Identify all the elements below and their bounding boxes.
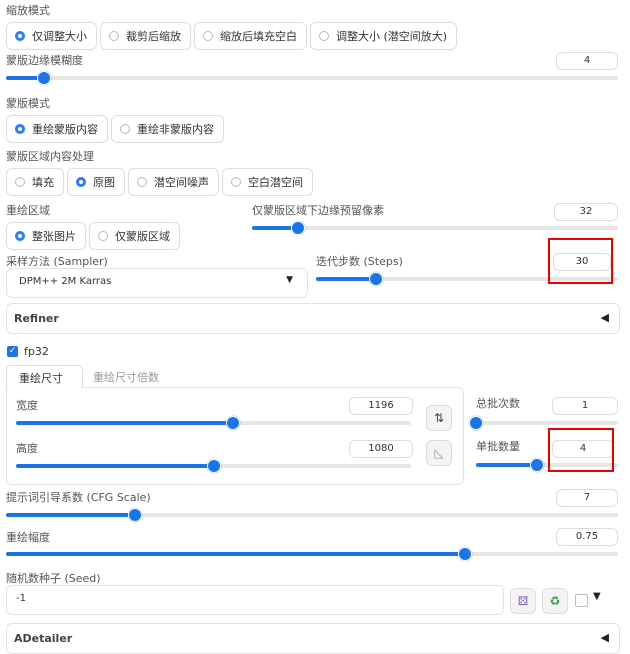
mask-mode-group: 重绘蒙版内容 重绘非蒙版内容 (6, 115, 227, 143)
mask-blur-input[interactable]: 4 (556, 52, 618, 70)
radio-dot-icon (98, 231, 108, 241)
batch-size-label: 单批数量 (476, 440, 520, 453)
radio-dot-icon (15, 31, 25, 41)
width-label: 宽度 (16, 399, 38, 412)
resize-mode-option-3[interactable]: 调整大小 (潜空间放大) (310, 22, 458, 50)
slider-thumb[interactable] (530, 458, 545, 472)
radio-dot-icon (203, 31, 213, 41)
inpaint-area-option-1[interactable]: 仅蒙版区域 (89, 222, 180, 250)
radio-dot-icon (120, 124, 130, 134)
refiner-accordion[interactable]: Refiner ◀ (6, 303, 620, 334)
adetailer-accordion[interactable]: ADetailer ◀ (6, 623, 620, 654)
padding-label: 仅蒙版区域下边缘预留像素 (252, 204, 384, 217)
height-slider[interactable] (16, 459, 411, 473)
width-slider[interactable] (16, 416, 411, 430)
denoise-label: 重绘幅度 (6, 531, 50, 544)
radio-dot-icon (231, 177, 241, 187)
fp32-label: fp32 (24, 345, 49, 358)
slider-thumb[interactable] (206, 459, 221, 473)
collapse-arrow-icon: ◀ (600, 631, 609, 644)
seed-label: 随机数种子 (Seed) (6, 572, 101, 585)
denoise-input[interactable]: 0.75 (556, 528, 618, 546)
masked-content-option-1[interactable]: 原图 (67, 168, 125, 196)
extra-seed-checkbox[interactable] (575, 594, 588, 607)
seed-input[interactable]: -1 (6, 585, 504, 615)
tab-resize-by[interactable]: 重绘尺寸倍数 (93, 369, 159, 385)
sampler-value: DPM++ 2M Karras (19, 276, 112, 287)
resize-mode-group: 仅调整大小 裁剪后缩放 缩放后填充空白 调整大小 (潜空间放大) (6, 22, 460, 50)
cfg-label: 提示词引导系数 (CFG Scale) (6, 491, 151, 504)
mask-mode-label: 蒙版模式 (6, 97, 50, 110)
checkmark-icon: ✓ (8, 346, 17, 356)
masked-content-option-3[interactable]: 空白潜空间 (222, 168, 313, 196)
slider-thumb[interactable] (226, 416, 241, 430)
mask-blur-slider[interactable] (6, 71, 618, 85)
collapse-arrow-icon: ◀ (600, 311, 609, 324)
sampler-label: 采样方法 (Sampler) (6, 255, 108, 268)
radio-dot-icon (15, 231, 25, 241)
highlight-box-batch-size (548, 428, 614, 472)
dice-icon: ⚄ (517, 594, 529, 608)
aspect-ratio-button[interactable]: ◺ (426, 440, 452, 466)
padding-slider[interactable] (252, 221, 618, 235)
seed-value: -1 (16, 593, 26, 604)
slider-thumb[interactable] (36, 71, 51, 85)
swap-arrows-icon: ⇅ (433, 411, 445, 425)
sampler-dropdown[interactable]: DPM++ 2M Karras ▼ (6, 268, 308, 298)
height-label: 高度 (16, 442, 38, 455)
chevron-down-icon: ▼ (286, 275, 293, 285)
ruler-triangle-icon: ◺ (434, 446, 444, 460)
reuse-seed-button[interactable]: ♻ (542, 588, 568, 614)
slider-thumb[interactable] (458, 547, 472, 561)
slider-thumb[interactable] (290, 221, 305, 235)
slider-thumb[interactable] (369, 272, 384, 286)
masked-content-label: 蒙版区域内容处理 (6, 150, 94, 163)
batch-count-label: 总批次数 (476, 397, 520, 410)
masked-content-option-0[interactable]: 填充 (6, 168, 64, 196)
inpaint-area-label: 重绘区域 (6, 204, 50, 217)
resize-mode-option-0[interactable]: 仅调整大小 (6, 22, 97, 50)
cfg-input[interactable]: 7 (556, 489, 618, 507)
radio-dot-icon (76, 177, 86, 187)
inpaint-area-group: 整张图片 仅蒙版区域 (6, 222, 183, 250)
radio-dot-icon (15, 177, 25, 187)
swap-dimensions-button[interactable]: ⇅ (426, 405, 452, 431)
batch-count-input[interactable]: 1 (552, 397, 618, 415)
masked-content-group: 填充 原图 潜空间噪声 空白潜空间 (6, 168, 316, 196)
adetailer-title: ADetailer (14, 632, 73, 645)
highlight-box-steps (548, 238, 613, 284)
masked-content-option-2[interactable]: 潜空间噪声 (128, 168, 219, 196)
width-input[interactable]: 1196 (349, 397, 413, 415)
refiner-title: Refiner (14, 312, 59, 325)
tab-resize-to[interactable]: 重绘尺寸 (6, 365, 83, 389)
slider-thumb[interactable] (469, 416, 483, 430)
mask-mode-option-0[interactable]: 重绘蒙版内容 (6, 115, 108, 143)
mask-mode-option-1[interactable]: 重绘非蒙版内容 (111, 115, 224, 143)
resize-mode-option-2[interactable]: 缩放后填充空白 (194, 22, 307, 50)
radio-dot-icon (319, 31, 329, 41)
fp32-checkbox[interactable]: ✓ (7, 346, 18, 357)
extra-seed-toggle-icon[interactable]: ▼ (593, 591, 601, 602)
height-input[interactable]: 1080 (349, 440, 413, 458)
recycle-icon: ♻ (549, 594, 561, 608)
radio-dot-icon (109, 31, 119, 41)
slider-thumb[interactable] (127, 508, 142, 522)
random-seed-button[interactable]: ⚄ (510, 588, 536, 614)
cfg-slider[interactable] (6, 508, 618, 522)
resize-mode-label: 缩放模式 (6, 4, 50, 17)
steps-label: 迭代步数 (Steps) (316, 255, 403, 268)
padding-input[interactable]: 32 (554, 203, 618, 221)
mask-blur-label: 蒙版边缘模糊度 (6, 54, 83, 67)
resize-mode-option-1[interactable]: 裁剪后缩放 (100, 22, 191, 50)
radio-dot-icon (15, 124, 25, 134)
denoise-slider[interactable] (6, 547, 618, 561)
inpaint-area-option-0[interactable]: 整张图片 (6, 222, 86, 250)
radio-dot-icon (137, 177, 147, 187)
